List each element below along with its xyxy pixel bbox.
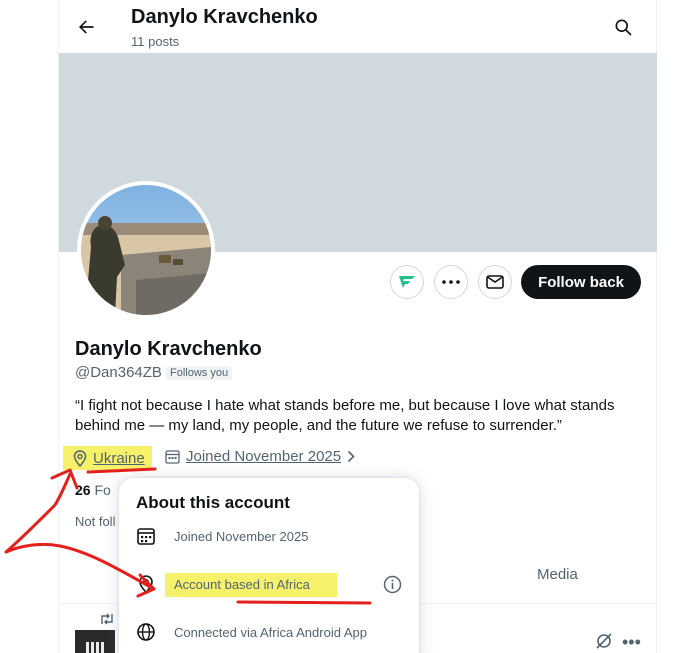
popup-joined-row: Joined November 2025 [136,526,308,546]
grok-icon[interactable] [595,632,613,650]
joined-label: Joined November 2025 [186,448,342,465]
search-button[interactable] [608,12,638,42]
message-button[interactable] [478,265,512,299]
more-options-button[interactable] [434,265,468,299]
popup-title: About this account [136,493,290,512]
location-label: Ukraine [93,449,145,467]
profile-display-name: Danylo Kravchenko [75,338,262,360]
popup-connected-text: Connected via Africa Android App [174,624,367,640]
info-icon[interactable] [383,575,402,594]
popup-connected-row: Connected via Africa Android App [136,622,367,642]
profile-avatar[interactable] [77,181,215,319]
repost-icon [101,613,113,625]
post-more-button[interactable]: ••• [622,632,641,653]
follows-you-badge: Follows you [166,366,233,380]
post-author-avatar[interactable] [75,630,115,653]
grok-badge-button[interactable] [390,265,424,299]
globe-icon [137,623,155,641]
location-pin-icon [73,449,87,467]
profile-location: Ukraine [63,446,152,470]
post-count: 11 posts [131,34,180,49]
mail-icon [486,275,504,289]
calendar-icon [165,450,180,464]
not-followed-text: Not foll [75,514,116,529]
chevron-right-icon [348,450,355,463]
header-title: Danylo Kravchenko [131,6,318,28]
popup-based-in-row: Account based in Africa [136,574,310,594]
following-count[interactable]: 26 Fo [75,482,111,498]
profile-handle: @Dan364ZB [75,364,162,381]
profile-joined-link[interactable]: Joined November 2025 [165,448,355,465]
verified-org-icon [399,276,415,288]
arrow-left-icon [79,20,94,34]
popup-joined-text: Joined November 2025 [174,528,309,544]
search-icon [615,19,632,36]
avatar-photo [81,185,211,315]
location-pin-icon [139,575,153,594]
more-icon [442,280,460,284]
back-button[interactable] [71,12,101,42]
follow-back-button[interactable]: Follow back [521,265,641,299]
tab-media[interactable]: Media [537,566,578,583]
calendar-icon [137,528,155,545]
popup-based-in-text: Account based in Africa [174,576,310,592]
profile-bio: “I fight not because I hate what stands … [75,397,615,434]
